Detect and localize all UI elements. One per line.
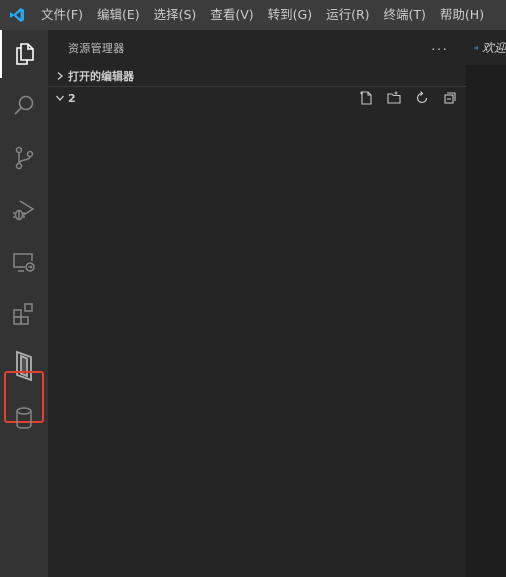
collapse-all-icon[interactable]	[440, 88, 460, 108]
editor-tab[interactable]: 欢迎	[466, 30, 506, 65]
menu-view[interactable]: 查看(V)	[203, 0, 260, 30]
run-debug-icon[interactable]	[0, 186, 48, 234]
menu-edit[interactable]: 编辑(E)	[90, 0, 147, 30]
more-actions-button[interactable]: ···	[431, 40, 448, 56]
vscode-logo-icon	[0, 0, 34, 30]
section-label: 2	[68, 91, 76, 105]
menu-run[interactable]: 运行(R)	[319, 0, 376, 30]
menu-selection[interactable]: 选择(S)	[147, 0, 204, 30]
editor-area: 欢迎	[466, 30, 506, 577]
vscode-tab-icon	[474, 45, 478, 50]
chevron-down-icon	[52, 90, 68, 106]
folder-actions	[356, 87, 460, 109]
menu-bar: 文件(F) 编辑(E) 选择(S) 查看(V) 转到(G) 运行(R) 终端(T…	[34, 0, 491, 30]
section-label: 打开的编辑器	[68, 69, 134, 83]
title-bar: 文件(F) 编辑(E) 选择(S) 查看(V) 转到(G) 运行(R) 终端(T…	[0, 0, 506, 30]
source-control-icon[interactable]	[0, 134, 48, 182]
menu-help[interactable]: 帮助(H)	[433, 0, 491, 30]
section-workspace-folder[interactable]: 2	[48, 87, 466, 109]
sidebar-title: 资源管理器	[68, 41, 125, 55]
menu-go[interactable]: 转到(G)	[261, 0, 319, 30]
explorer-sidebar: 资源管理器 ··· 打开的编辑器 2	[48, 30, 466, 577]
menu-terminal[interactable]: 终端(T)	[377, 0, 433, 30]
sidebar-header: 资源管理器 ···	[48, 30, 466, 65]
section-open-editors[interactable]: 打开的编辑器	[48, 65, 466, 87]
chevron-right-icon	[52, 68, 68, 84]
tab-title: 欢迎	[481, 41, 506, 55]
menu-file[interactable]: 文件(F)	[34, 0, 90, 30]
extensions-icon[interactable]	[0, 290, 48, 338]
remote-explorer-icon[interactable]	[0, 238, 48, 286]
search-icon[interactable]	[0, 82, 48, 130]
activity-bar	[0, 30, 48, 577]
database-icon[interactable]	[0, 394, 48, 442]
refresh-icon[interactable]	[412, 88, 432, 108]
files-explorer-icon[interactable]	[0, 30, 48, 78]
new-file-icon[interactable]	[356, 88, 376, 108]
new-folder-icon[interactable]	[384, 88, 404, 108]
